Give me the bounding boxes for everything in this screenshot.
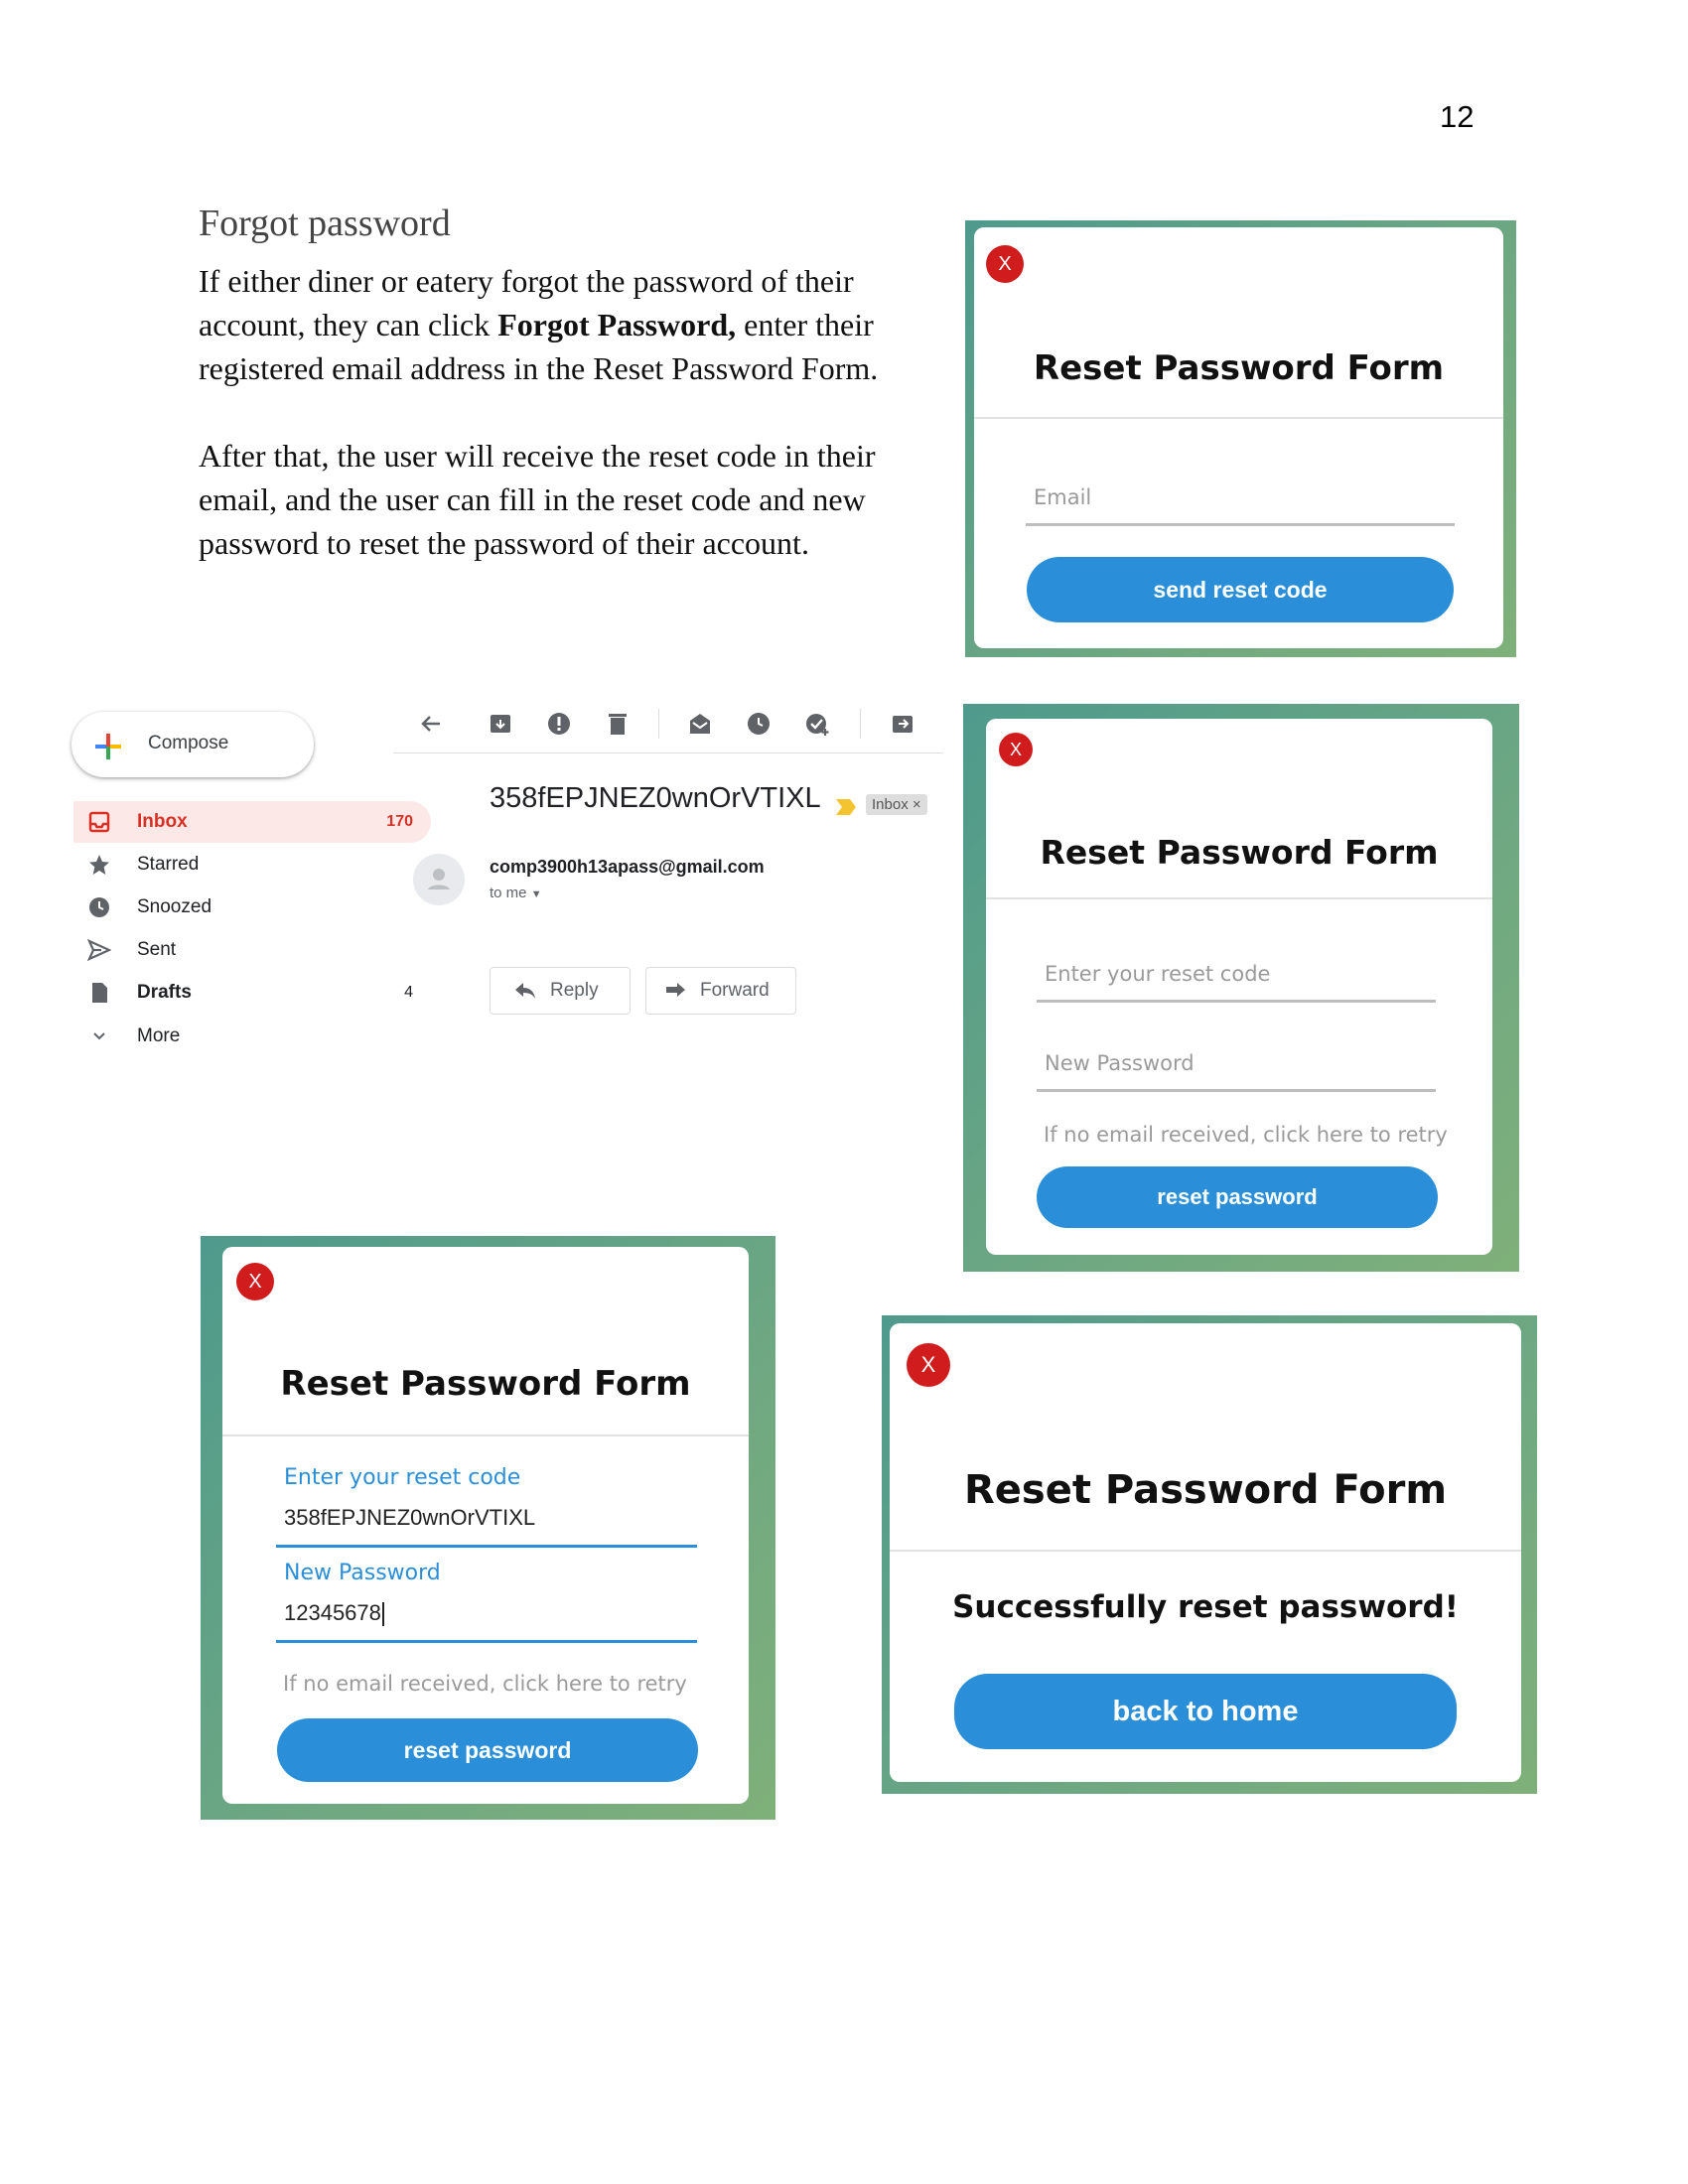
form-title: Reset Password Form	[280, 1364, 691, 1404]
form1-card: X Reset Password Form Email send reset c…	[974, 227, 1503, 648]
archive-icon[interactable]	[488, 711, 513, 737]
retry-link[interactable]: If no email received, click here to retr…	[283, 1672, 687, 1696]
new-password-field[interactable]: New Password 12345678	[276, 1561, 697, 1643]
back-to-home-button[interactable]: back to home	[954, 1674, 1457, 1749]
sender-email: comp3900h13apass@gmail.com	[490, 857, 765, 877]
person-icon	[428, 869, 450, 889]
label-tag-text: Inbox	[872, 796, 909, 813]
forward-icon	[666, 983, 685, 997]
close-button[interactable]: X	[986, 245, 1024, 283]
page-number: 12	[1440, 99, 1475, 134]
mark-unread-icon[interactable]	[687, 711, 713, 737]
email-placeholder: Email	[1034, 485, 1092, 509]
form3-screenshot: X Reset Password Form Enter your reset c…	[201, 1236, 775, 1820]
toolbar-divider	[393, 752, 943, 753]
reset-code-field[interactable]: Enter your reset code 358fEPJNEZ0wnOrVTI…	[276, 1465, 697, 1548]
drafts-count: 4	[404, 984, 413, 1001]
toolbar-separator	[658, 709, 659, 739]
reset-code-value: 358fEPJNEZ0wnOrVTIXL	[284, 1505, 536, 1530]
sidebar-item-label: Drafts	[137, 982, 192, 1003]
report-spam-icon[interactable]	[546, 711, 572, 737]
recipient-dropdown[interactable]: to me ▼	[490, 885, 542, 901]
new-password-label: New Password	[284, 1561, 441, 1585]
paragraph-1: If either diner or eatery forgot the pas…	[199, 259, 923, 390]
new-password-field[interactable]: New Password	[1037, 1031, 1436, 1092]
sidebar-item-sent[interactable]: Sent	[73, 929, 431, 971]
reset-code-placeholder: Enter your reset code	[1045, 962, 1271, 986]
sidebar-item-label: Inbox	[137, 811, 188, 832]
new-password-placeholder: New Password	[1045, 1051, 1195, 1075]
sidebar-item-drafts[interactable]: Drafts 4	[73, 972, 431, 1014]
reset-password-button[interactable]: reset password	[1037, 1166, 1438, 1228]
compose-button[interactable]: Compose	[71, 712, 314, 777]
form-title: Reset Password Form	[1040, 833, 1439, 872]
form4-card: X Reset Password Form Successfully reset…	[890, 1323, 1521, 1782]
importance-marker-icon[interactable]	[834, 797, 858, 817]
reset-code-field[interactable]: Enter your reset code	[1037, 942, 1436, 1003]
reset-password-button[interactable]: reset password	[277, 1718, 698, 1782]
sidebar-item-label: Sent	[137, 939, 177, 960]
success-message: Successfully reset password!	[952, 1589, 1459, 1625]
close-button[interactable]: X	[999, 733, 1033, 766]
paragraph-1-bold: Forgot Password,	[497, 307, 737, 342]
forward-button[interactable]: Forward	[645, 967, 796, 1015]
send-reset-code-button[interactable]: send reset code	[1027, 557, 1454, 622]
divider	[222, 1434, 749, 1436]
retry-link[interactable]: If no email received, click here to retr…	[1044, 1123, 1448, 1147]
email-field[interactable]: Email	[1026, 466, 1455, 526]
reply-label: Reply	[550, 980, 599, 1001]
form2-screenshot: X Reset Password Form Enter your reset c…	[963, 704, 1519, 1272]
paragraph-2: After that, the user will receive the re…	[199, 438, 876, 561]
back-arrow-icon[interactable]	[418, 711, 444, 737]
form2-card: X Reset Password Form Enter your reset c…	[986, 719, 1492, 1255]
sidebar-item-inbox[interactable]: Inbox 170	[73, 801, 431, 843]
close-button[interactable]: X	[907, 1343, 950, 1387]
sidebar-item-snoozed[interactable]: Snoozed	[73, 887, 431, 928]
sidebar-item-more[interactable]: More	[73, 1016, 431, 1057]
new-password-value: 12345678	[284, 1599, 381, 1625]
caret-down-icon: ▼	[530, 888, 542, 900]
sidebar-item-label: More	[137, 1025, 181, 1046]
forward-label: Forward	[700, 980, 770, 1001]
reply-button[interactable]: Reply	[490, 967, 631, 1015]
text-cursor	[381, 1602, 384, 1626]
label-tag[interactable]: Inbox ×	[866, 794, 927, 815]
reply-icon	[515, 983, 535, 999]
close-button[interactable]: X	[236, 1263, 274, 1300]
email-subject: 358fEPJNEZ0wnOrVTIXL	[490, 782, 821, 814]
remove-label-icon[interactable]: ×	[913, 796, 921, 813]
new-password-value-wrap: 12345678	[284, 1600, 384, 1626]
section-heading: Forgot password	[199, 203, 451, 244]
compose-label: Compose	[148, 733, 229, 753]
move-to-icon[interactable]	[890, 711, 915, 737]
unread-count: 170	[386, 813, 413, 830]
avatar	[413, 854, 465, 905]
inbox-icon	[88, 811, 110, 833]
star-icon	[89, 855, 109, 875]
form4-screenshot: X Reset Password Form Successfully reset…	[882, 1315, 1537, 1794]
clock-icon	[89, 897, 109, 917]
send-icon	[87, 938, 111, 962]
form-title: Reset Password Form	[1033, 348, 1445, 388]
divider	[890, 1550, 1521, 1552]
plus-icon	[95, 734, 121, 759]
form1-screenshot: X Reset Password Form Email send reset c…	[965, 220, 1516, 657]
snooze-icon[interactable]	[746, 711, 772, 737]
reset-code-label: Enter your reset code	[284, 1465, 521, 1490]
divider	[986, 897, 1492, 899]
divider	[974, 417, 1503, 419]
form-title: Reset Password Form	[963, 1467, 1448, 1513]
gmail-screenshot: Compose Inbox 170 Starred Snoozed Sent D…	[60, 695, 953, 1052]
sidebar-item-label: Snoozed	[137, 896, 212, 917]
delete-icon[interactable]	[605, 711, 631, 737]
sidebar-item-label: Starred	[137, 854, 200, 875]
draft-icon	[92, 983, 107, 1003]
form3-card: X Reset Password Form Enter your reset c…	[222, 1247, 749, 1804]
toolbar-separator	[860, 709, 861, 739]
chevron-down-icon	[93, 1032, 105, 1040]
sidebar-item-starred[interactable]: Starred	[73, 844, 431, 886]
add-task-icon[interactable]	[804, 711, 830, 737]
recipient-label: to me	[490, 885, 527, 901]
